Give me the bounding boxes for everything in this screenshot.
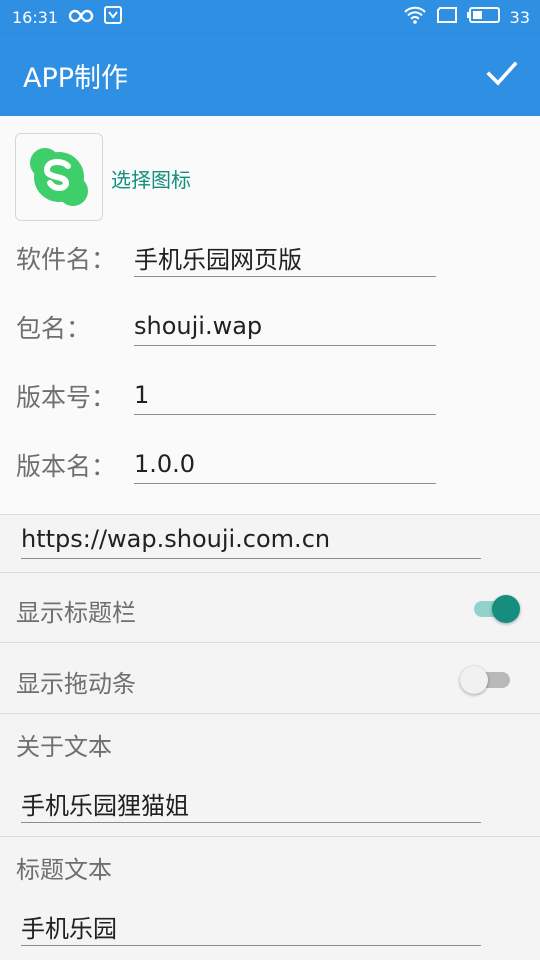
wifi-icon: [403, 5, 427, 29]
version-code-input[interactable]: [134, 376, 436, 415]
version-name-label: 版本名：: [16, 452, 117, 481]
switch-thumb: [460, 666, 488, 694]
show-title-bar-switch[interactable]: [470, 591, 520, 625]
app-name-label: 软件名：: [16, 245, 117, 274]
show-drag-bar-label: 显示拖动条: [16, 670, 136, 698]
divider: [0, 572, 540, 573]
infinity-icon: [68, 8, 94, 27]
page-title: APP制作: [23, 63, 129, 94]
package-name-input[interactable]: [134, 307, 436, 346]
app-name-input[interactable]: [134, 238, 436, 277]
divider: [0, 713, 540, 714]
screen-icon: [436, 6, 458, 28]
status-time: 16:31: [12, 7, 59, 27]
download-icon: [104, 6, 123, 28]
url-input[interactable]: [21, 520, 481, 559]
title-text-label: 标题文本: [16, 856, 112, 884]
status-bar-left: 16:31: [12, 6, 123, 28]
status-bar-right: 33: [403, 5, 530, 29]
show-title-bar-label: 显示标题栏: [16, 599, 136, 627]
check-icon: [486, 61, 518, 86]
select-icon-link[interactable]: 选择图标: [111, 164, 191, 193]
skype-icon: [30, 148, 88, 206]
show-drag-bar-switch[interactable]: [460, 662, 510, 696]
divider: [0, 514, 540, 515]
app-bar: APP制作: [0, 34, 540, 116]
confirm-button[interactable]: [484, 56, 520, 92]
divider: [0, 642, 540, 643]
status-bar: 16:31 33: [0, 0, 540, 34]
battery-icon: [466, 6, 501, 28]
divider: [0, 836, 540, 837]
package-name-label: 包名：: [16, 314, 92, 343]
title-text-input[interactable]: [21, 907, 481, 946]
app-icon-picker[interactable]: [15, 133, 103, 221]
switch-thumb: [492, 595, 520, 623]
about-text-input[interactable]: [21, 784, 481, 823]
battery-level: 33: [509, 7, 530, 27]
version-code-label: 版本号：: [16, 383, 117, 412]
version-name-input[interactable]: [134, 445, 436, 484]
about-text-label: 关于文本: [16, 733, 112, 761]
